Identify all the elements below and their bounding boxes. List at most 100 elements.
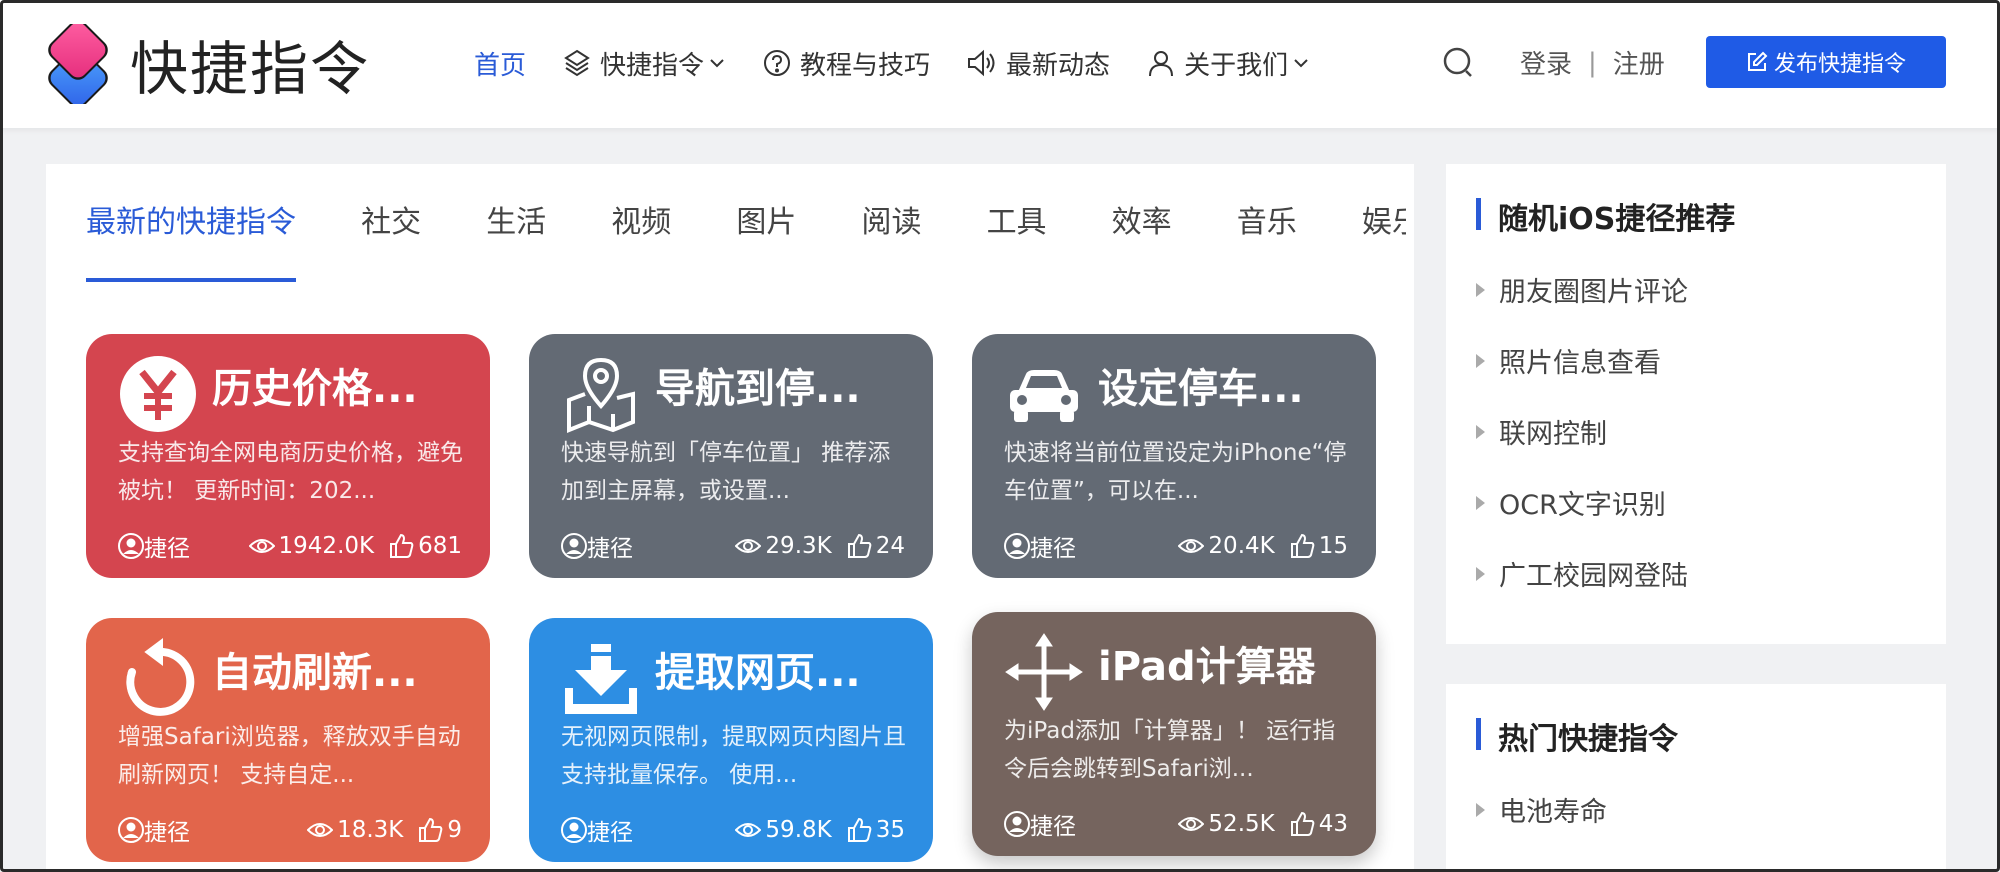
card-meta: 捷径 29.3K 24	[561, 528, 905, 564]
thumbs-up-icon	[847, 533, 872, 558]
random-shortcuts-widget: 随机iOS捷径推荐 朋友圈图片评论 照片信息查看 联网控制 OCR文字识别 广工…	[1446, 164, 1946, 644]
card-title: 自动刷新...	[212, 650, 418, 696]
list-item-label: 朋友圈图片评论	[1499, 277, 1688, 308]
card-title: 提取网页...	[655, 650, 861, 696]
thumbs-up-icon	[1290, 533, 1315, 558]
tab-tools[interactable]: 工具	[987, 164, 1047, 282]
thumbs-up-icon	[847, 817, 872, 842]
login-link[interactable]: 登录	[1520, 44, 1572, 81]
card-description: 支持查询全网电商历史价格，避免被坑！ 更新时间：202...	[118, 440, 463, 504]
card-author-name: 捷径	[1030, 814, 1076, 840]
tab-latest[interactable]: 最新的快捷指令	[86, 164, 296, 282]
card-likes: 35	[875, 817, 905, 843]
card-likes: 24	[875, 533, 905, 559]
auth-links: 登录 | 注册	[1520, 44, 1665, 81]
list-item-label: 电池寿命	[1499, 797, 1607, 828]
card-stats: 29.3K 24	[721, 533, 905, 559]
list-item[interactable]: 朋友圈图片评论	[1476, 254, 1688, 325]
user-circle-icon	[561, 533, 587, 559]
list-item[interactable]: 照片信息查看	[1476, 325, 1688, 396]
nav-home[interactable]: 首页	[474, 45, 526, 82]
triangle-right-icon	[1476, 282, 1485, 297]
card-description: 增强Safari浏览器，释放双手自动刷新网页！ 支持自定...	[118, 724, 461, 788]
shortcut-card[interactable]: 提取网页... 无视网页限制，提取网页内图片且支持批量保存。 使用... 捷径 …	[529, 618, 933, 862]
move-arrows-icon	[1004, 632, 1084, 712]
yen-icon	[118, 354, 198, 434]
tab-images[interactable]: 图片	[736, 164, 796, 282]
eye-icon	[735, 539, 762, 553]
tab-efficiency[interactable]: 效率	[1112, 164, 1172, 282]
edit-icon	[1747, 51, 1768, 71]
card-views: 29.3K	[765, 533, 832, 559]
tab-music[interactable]: 音乐	[1237, 164, 1297, 282]
eye-icon	[1178, 539, 1205, 553]
search-icon[interactable]	[1440, 44, 1478, 82]
card-author-name: 捷径	[1030, 536, 1076, 562]
eye-icon	[1178, 817, 1205, 831]
card-stats: 59.8K 35	[721, 817, 905, 843]
card-meta: 捷径 20.4K 15	[1004, 528, 1348, 564]
card-description: 快速将当前位置设定为iPhone“停车位置”，可以在...	[1004, 440, 1347, 504]
card-author-name: 捷径	[144, 820, 190, 846]
user-icon	[1149, 51, 1174, 77]
card-author: 捷径	[118, 813, 190, 847]
tab-video[interactable]: 视频	[611, 164, 671, 282]
list-item[interactable]: 联网控制	[1476, 396, 1688, 467]
tab-entertainment[interactable]: 娱乐	[1362, 164, 1406, 282]
nav-shortcuts[interactable]: 快捷指令	[562, 45, 726, 82]
hot-shortcuts-widget: 热门快捷指令 电池寿命	[1446, 684, 1946, 872]
eye-icon	[307, 823, 334, 837]
register-link[interactable]: 注册	[1613, 44, 1665, 81]
triangle-right-icon	[1476, 495, 1485, 510]
card-author: 捷径	[1004, 529, 1076, 563]
shortcut-card[interactable]: 自动刷新... 增强Safari浏览器，释放双手自动刷新网页！ 支持自定... …	[86, 618, 490, 862]
card-likes: 43	[1318, 811, 1348, 837]
thumbs-up-icon	[390, 533, 414, 558]
shortcut-card[interactable]: iPad计算器 为iPad添加「计算器」！ 运行指令后会跳转到Safari浏..…	[972, 612, 1376, 856]
site-logo[interactable]: 快捷指令	[42, 20, 371, 108]
list-item-label: 照片信息查看	[1499, 348, 1661, 379]
card-meta: 捷径 52.5K 43	[1004, 806, 1348, 842]
random-shortcuts-list: 朋友圈图片评论 照片信息查看 联网控制 OCR文字识别 广工校园网登陆	[1476, 254, 1688, 609]
card-views: 59.8K	[765, 817, 832, 843]
car-icon	[1004, 354, 1084, 434]
card-stats: 18.3K 9	[293, 817, 462, 843]
triangle-right-icon	[1476, 424, 1485, 439]
nav-tutorials-label: 教程与技巧	[800, 50, 931, 81]
card-stats: 20.4K 15	[1164, 533, 1348, 559]
list-item[interactable]: 广工校园网登陆	[1476, 538, 1688, 609]
card-likes: 15	[1318, 533, 1348, 559]
tab-social[interactable]: 社交	[361, 164, 421, 282]
auth-separator: |	[1588, 47, 1597, 78]
eye-icon	[735, 823, 762, 837]
shortcuts-logo-icon	[42, 20, 114, 108]
site-header: 快捷指令 首页 快捷指令 教程与技巧 最新动态 关于我们 登录 | 注册 发布快…	[0, 0, 2000, 128]
shortcut-card[interactable]: 历史价格... 支持查询全网电商历史价格，避免被坑！ 更新时间：202... 捷…	[86, 334, 490, 578]
card-meta: 捷径 18.3K 9	[118, 812, 462, 848]
triangle-right-icon	[1476, 802, 1485, 817]
list-item[interactable]: OCR文字识别	[1476, 467, 1688, 538]
publish-shortcut-button[interactable]: 发布快捷指令	[1706, 36, 1946, 88]
card-description: 快速导航到「停车位置」 推荐添加到主屏幕，或设置...	[561, 440, 891, 504]
card-meta: 捷径 1942.0K 681	[118, 528, 462, 564]
card-views: 1942.0K	[278, 533, 375, 559]
shortcut-card[interactable]: 导航到停... 快速导航到「停车位置」 推荐添加到主屏幕，或设置... 捷径 2…	[529, 334, 933, 578]
nav-news[interactable]: 最新动态	[966, 45, 1110, 82]
logo-text: 快捷指令	[130, 35, 371, 103]
triangle-right-icon	[1476, 353, 1485, 368]
thumbs-up-icon	[1290, 811, 1315, 836]
tab-reading[interactable]: 阅读	[861, 164, 921, 282]
chevron-down-icon	[1294, 59, 1308, 68]
layers-icon	[564, 49, 590, 77]
list-item[interactable]: 电池寿命	[1476, 774, 1607, 845]
card-stats: 52.5K 43	[1164, 811, 1348, 837]
chevron-down-icon	[710, 59, 724, 68]
card-description: 无视网页限制，提取网页内图片且支持批量保存。 使用...	[561, 724, 906, 788]
user-circle-icon	[118, 533, 144, 559]
tab-life[interactable]: 生活	[486, 164, 546, 282]
nav-about[interactable]: 关于我们	[1146, 45, 1310, 82]
card-author: 捷径	[561, 813, 633, 847]
nav-tutorials[interactable]: 教程与技巧	[762, 45, 930, 82]
map-pin-icon	[561, 354, 641, 434]
shortcut-card[interactable]: 设定停车... 快速将当前位置设定为iPhone“停车位置”，可以在... 捷径…	[972, 334, 1376, 578]
